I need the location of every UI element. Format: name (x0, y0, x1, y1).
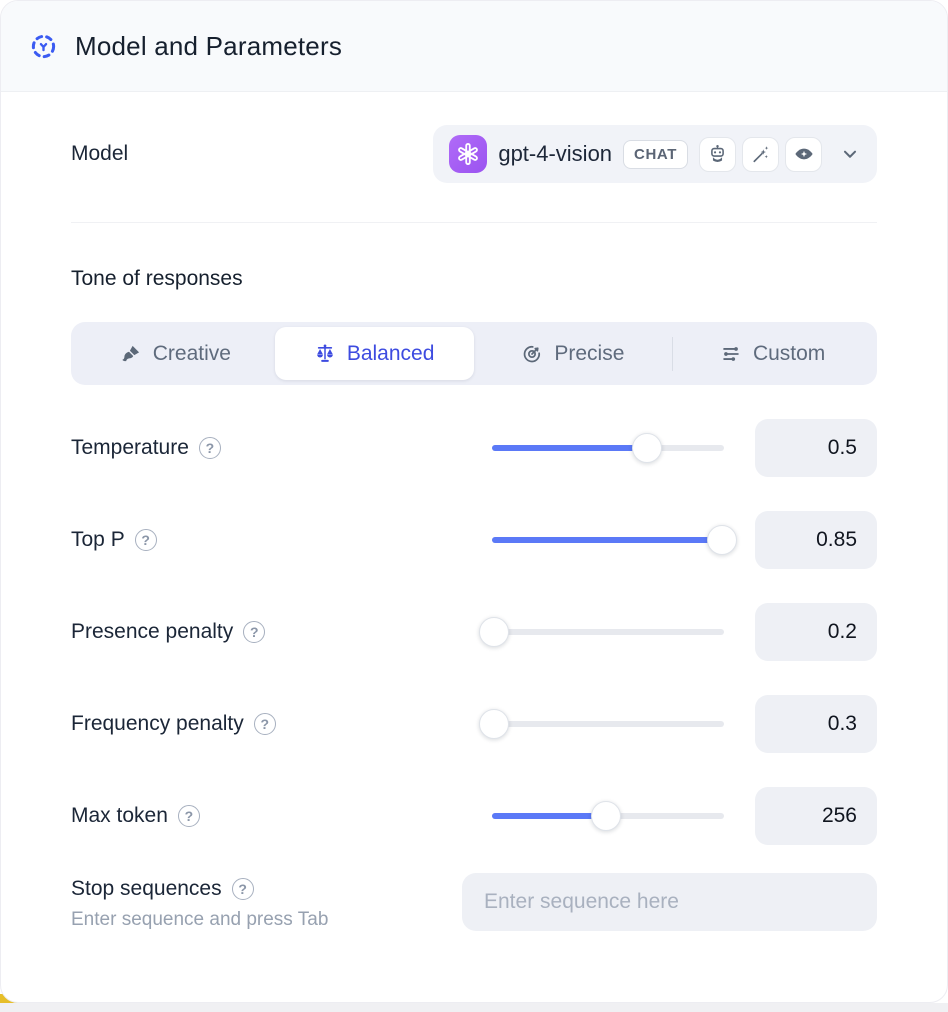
stop-sequences-row: Stop sequences ? Enter sequence and pres… (71, 873, 877, 931)
slider-track (492, 629, 724, 635)
max-token-value[interactable]: 256 (755, 787, 877, 845)
tone-option-custom[interactable]: Custom (673, 327, 872, 380)
help-icon[interactable]: ? (243, 621, 265, 643)
tone-section-heading: Tone of responses (71, 267, 877, 291)
slider-fill (492, 445, 647, 451)
frequency-penalty-label: Frequency penalty (71, 712, 244, 736)
divider (71, 222, 877, 223)
model-label: Model (71, 142, 128, 166)
frequency-penalty-row: Frequency penalty ? 0.3 (71, 695, 877, 753)
presence-penalty-row: Presence penalty ? 0.2 (71, 603, 877, 661)
slider-fill (492, 537, 722, 543)
stop-sequence-input[interactable] (462, 873, 877, 931)
help-icon[interactable]: ? (254, 713, 276, 735)
panel-header: Model and Parameters (1, 1, 947, 92)
target-icon (521, 343, 543, 365)
help-icon[interactable]: ? (135, 529, 157, 551)
temperature-label: Temperature (71, 436, 189, 460)
panel-title: Model and Parameters (75, 31, 342, 62)
sliders-icon (720, 343, 742, 365)
assistant-icon (699, 137, 736, 172)
temperature-row: Temperature ? 0.5 (71, 419, 877, 477)
max-token-label: Max token (71, 804, 168, 828)
page-background-strip (0, 1003, 948, 1012)
slider-thumb[interactable] (479, 617, 509, 647)
stop-sequences-hint: Enter sequence and press Tab (71, 909, 462, 931)
stop-sequences-label: Stop sequences (71, 877, 222, 901)
frequency-penalty-value[interactable]: 0.3 (755, 695, 877, 753)
magic-wand-icon (742, 137, 779, 172)
slider-thumb[interactable] (632, 433, 662, 463)
model-row: Model gpt-4-vision CH (71, 125, 877, 183)
balance-scale-icon (314, 343, 336, 365)
paintbrush-icon (120, 343, 142, 365)
slider-thumb[interactable] (479, 709, 509, 739)
top-p-label: Top P (71, 528, 125, 552)
tone-option-label: Creative (153, 342, 231, 366)
help-icon[interactable]: ? (178, 805, 200, 827)
tone-option-label: Precise (554, 342, 624, 366)
help-icon[interactable]: ? (232, 878, 254, 900)
selected-model-name: gpt-4-vision (498, 141, 612, 167)
presence-penalty-slider[interactable] (492, 616, 724, 648)
tone-option-balanced[interactable]: Balanced (275, 327, 474, 380)
max-token-row: Max token ? 256 (71, 787, 877, 845)
tone-option-label: Balanced (347, 342, 435, 366)
top-p-row: Top P ? 0.85 (71, 511, 877, 569)
slider-thumb[interactable] (591, 801, 621, 831)
tone-segmented-control: Creative (71, 322, 877, 385)
presence-penalty-value[interactable]: 0.2 (755, 603, 877, 661)
slider-track (492, 721, 724, 727)
temperature-slider[interactable] (492, 432, 724, 464)
model-parameters-icon (29, 32, 57, 60)
model-parameters-panel: Model and Parameters Model (0, 0, 948, 1003)
slider-thumb[interactable] (707, 525, 737, 555)
temperature-value[interactable]: 0.5 (755, 419, 877, 477)
openai-logo-icon (449, 135, 487, 173)
frequency-penalty-slider[interactable] (492, 708, 724, 740)
model-type-badge: CHAT (623, 140, 688, 169)
vision-icon (785, 137, 822, 172)
model-select-dropdown[interactable]: gpt-4-vision CHAT (433, 125, 877, 183)
top-p-slider[interactable] (492, 524, 724, 556)
chevron-down-icon (839, 143, 861, 165)
tone-option-precise[interactable]: Precise (474, 327, 673, 380)
presence-penalty-label: Presence penalty (71, 620, 233, 644)
top-p-value[interactable]: 0.85 (755, 511, 877, 569)
tone-option-label: Custom (753, 342, 825, 366)
tone-option-creative[interactable]: Creative (76, 327, 275, 380)
help-icon[interactable]: ? (199, 437, 221, 459)
slider-fill (492, 813, 606, 819)
max-token-slider[interactable] (492, 800, 724, 832)
